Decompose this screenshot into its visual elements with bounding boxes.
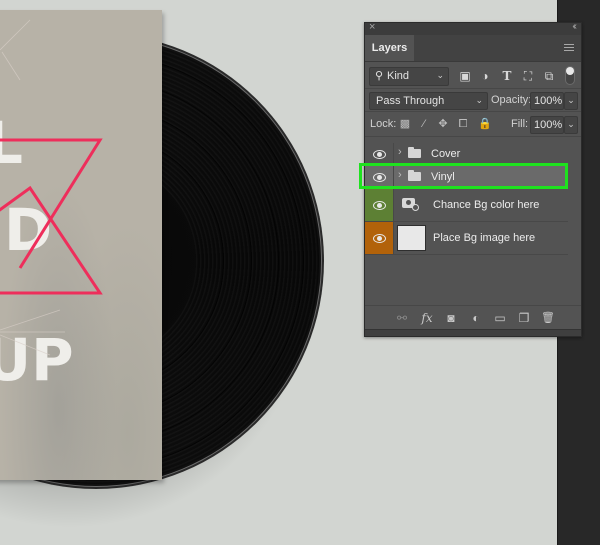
lock-all-icon[interactable]: 🔒	[478, 118, 492, 130]
folder-icon	[408, 170, 421, 181]
panel-titlebar[interactable]: × ‹‹	[365, 21, 581, 35]
lock-row: Lock: ▩ ⁄ ✥ ⧠ 🔒 Fill: 100% ⌄	[365, 112, 581, 137]
opacity-dropdown[interactable]: ⌄	[564, 92, 578, 110]
sleeve-lettering: L D UP	[0, 109, 74, 394]
chevron-down-icon: ⌄	[436, 70, 444, 80]
layer-name: Vinyl	[431, 171, 455, 183]
filter-toggle[interactable]	[565, 66, 575, 85]
visibility-toggle[interactable]	[365, 143, 394, 165]
layer-row-bg-color[interactable]: Chance Bg color here	[365, 189, 568, 222]
layer-name: Cover	[431, 148, 461, 160]
eye-icon	[372, 172, 386, 182]
panel-tabbar: Layers	[365, 35, 581, 62]
smart-object-filter-icon[interactable]: ⧉	[542, 69, 556, 83]
layer-name: Place Bg image here	[433, 232, 536, 244]
trash-icon[interactable]: 🗑	[541, 311, 555, 325]
lock-image-icon[interactable]: ⁄	[418, 118, 430, 130]
layer-thumbnail	[397, 225, 426, 251]
adjustment-layer-icon[interactable]: ◐	[469, 311, 483, 325]
layer-row-bg-image[interactable]: Place Bg image here	[365, 222, 568, 255]
blend-row: Pass Through ⌄ Opacity: 100% ⌄	[365, 89, 581, 112]
record-sleeve: L D UP	[0, 10, 162, 480]
eye-icon	[372, 149, 386, 159]
eye-icon	[372, 200, 386, 210]
panel-menu-icon[interactable]	[564, 44, 574, 51]
sleeve-sparkle	[0, 19, 65, 356]
link-layers-icon[interactable]: ⚯	[395, 311, 409, 325]
opacity-input[interactable]: 100%	[530, 92, 564, 110]
eye-icon	[372, 233, 386, 243]
search-icon: ⚲	[375, 70, 384, 82]
new-group-icon[interactable]: ▭	[493, 311, 507, 325]
adjustment-filter-icon[interactable]: ◑	[478, 69, 492, 83]
fx-icon[interactable]: fx	[420, 311, 434, 325]
fill-input[interactable]: 100%	[530, 116, 564, 134]
expand-chevron-icon[interactable]: ›	[398, 146, 402, 158]
sleeve-artwork: L D UP	[0, 19, 103, 394]
blend-mode-select[interactable]: Pass Through ⌄	[369, 92, 488, 110]
chevron-down-icon: ⌄	[475, 95, 483, 105]
filter-row: ⚲ Kind ⌄ ▣ ◑ T ⛶ ⧉	[365, 62, 581, 89]
collapse-icon[interactable]: ‹‹	[572, 21, 576, 32]
folder-icon	[408, 147, 421, 158]
kind-filter-value: Kind	[387, 70, 410, 82]
panel-footer: ⚯ fx ◙ ◐ ▭ ❐ 🗑	[365, 305, 581, 330]
fill-label: Fill:	[511, 118, 529, 130]
layer-row-cover[interactable]: › Cover	[365, 143, 568, 166]
expand-chevron-icon[interactable]: ›	[398, 169, 402, 181]
lock-transparent-icon[interactable]: ▩	[399, 118, 411, 130]
panel-resize-grip[interactable]	[365, 329, 581, 336]
sleeve-letter: UP	[0, 326, 74, 394]
new-layer-icon[interactable]: ❐	[517, 311, 531, 325]
layers-panel: × ‹‹ Layers ⚲ Kind ⌄ ▣ ◑ T ⛶ ⧉ Pass Thro…	[364, 21, 582, 337]
visibility-toggle[interactable]	[365, 189, 394, 221]
lock-position-icon[interactable]: ✥	[437, 118, 449, 130]
tab-layers[interactable]: Layers	[365, 35, 414, 61]
shape-filter-icon[interactable]: ⛶	[521, 69, 535, 83]
layers-list: › Cover › Vinyl Chance Bg color here Pla…	[365, 143, 568, 255]
close-icon[interactable]: ×	[369, 21, 375, 33]
type-filter-icon[interactable]: T	[500, 69, 514, 83]
sleeve-letter: L	[0, 109, 23, 177]
layer-row-vinyl[interactable]: › Vinyl	[365, 166, 568, 189]
opacity-value: 100%	[534, 95, 563, 107]
layer-name: Chance Bg color here	[433, 199, 540, 211]
smart-object-icon	[402, 198, 419, 211]
visibility-toggle[interactable]	[365, 222, 394, 254]
blend-mode-value: Pass Through	[376, 95, 445, 107]
fill-dropdown[interactable]: ⌄	[564, 116, 578, 134]
fill-value: 100%	[534, 119, 563, 131]
lock-label: Lock:	[370, 118, 397, 130]
image-filter-icon[interactable]: ▣	[458, 69, 472, 83]
visibility-toggle[interactable]	[365, 166, 394, 188]
opacity-label: Opacity:	[491, 94, 532, 106]
kind-filter-select[interactable]: ⚲ Kind ⌄	[369, 67, 449, 86]
layer-mask-icon[interactable]: ◙	[444, 311, 458, 325]
lock-artboard-icon[interactable]: ⧠	[457, 118, 469, 130]
